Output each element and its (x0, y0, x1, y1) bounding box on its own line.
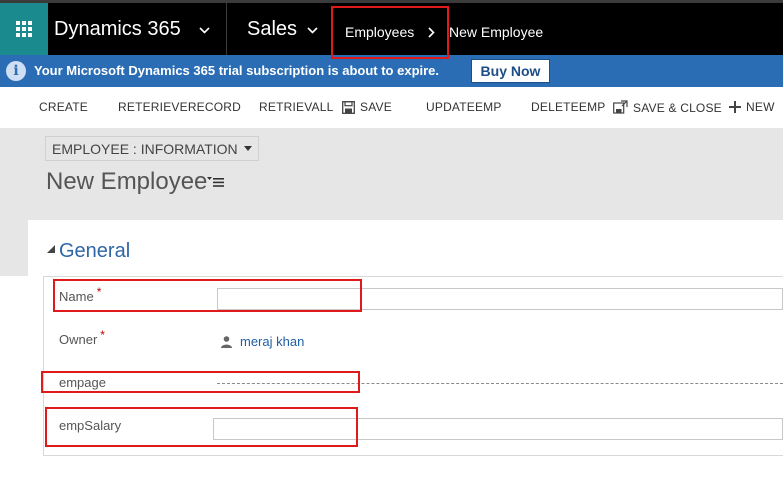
page-title: New Employee (46, 168, 208, 195)
triangle-icon[interactable] (47, 245, 55, 253)
owner-label: Owner * (59, 328, 105, 347)
nav-divider (226, 3, 227, 55)
trial-notification-bar: i Your Microsoft Dynamics 365 trial subs… (0, 55, 783, 87)
save-close-button[interactable]: SAVE & CLOSE (613, 100, 722, 115)
retrieve-all-button[interactable]: RETRIEVALL (259, 100, 333, 114)
required-marker: * (100, 328, 105, 342)
update-emp-label: UPDATEEMP (426, 100, 502, 114)
create-button[interactable]: CREATE (39, 100, 88, 114)
new-button[interactable]: NEW (729, 100, 775, 114)
owner-label-text: Owner (59, 332, 98, 347)
breadcrumb-record: New Employee (449, 24, 544, 40)
area-name[interactable]: Sales (247, 18, 297, 41)
retrieve-record-button[interactable]: RETERIEVERECORD (118, 100, 241, 114)
empsalary-label: empSalary (59, 418, 122, 433)
command-bar: CREATE RETERIEVERECORD RETRIEVALL SAVE U… (0, 87, 783, 128)
owner-lookup[interactable]: meraj khan (221, 334, 304, 349)
chevron-down-icon[interactable] (199, 27, 210, 34)
caret-down-icon (243, 146, 252, 151)
retrieve-all-label: RETRIEVALL (259, 100, 334, 114)
info-icon: i (6, 61, 26, 81)
top-nav-bar: Dynamics 365 Sales Employees New Employe… (0, 0, 783, 55)
waffle-icon (16, 21, 32, 37)
app-launcher-button[interactable] (0, 3, 48, 55)
retrieve-record-label: RETERIEVERECORD (118, 100, 242, 114)
save-icon (342, 100, 355, 114)
name-label: Name * (59, 285, 101, 304)
required-marker: * (96, 285, 102, 299)
save-button[interactable]: SAVE (342, 100, 392, 114)
save-close-icon (613, 100, 628, 114)
buy-now-button[interactable]: Buy Now (471, 59, 550, 83)
app-name[interactable]: Dynamics 365 (54, 18, 181, 41)
name-label-text: Name (59, 289, 94, 304)
empsalary-input[interactable] (213, 418, 783, 440)
chevron-down-icon[interactable] (307, 27, 318, 34)
owner-name[interactable]: meraj khan (240, 334, 304, 349)
chevron-right-icon[interactable] (428, 27, 435, 38)
plus-icon (729, 101, 741, 113)
empage-input[interactable] (217, 383, 783, 385)
list-menu-icon[interactable] (207, 177, 224, 187)
empage-label: empage (59, 375, 106, 390)
create-label: CREATE (39, 100, 88, 114)
form-selector-label: EMPLOYEE : INFORMATION (52, 140, 238, 157)
breadcrumb-entity[interactable]: Employees (345, 24, 414, 40)
section-title-general[interactable]: General (59, 240, 130, 263)
save-close-label: SAVE & CLOSE (633, 100, 722, 115)
delete-emp-label: DELETEEMP (531, 100, 606, 114)
form-selector[interactable]: EMPLOYEE : INFORMATION (45, 136, 259, 161)
save-label: SAVE (360, 100, 392, 114)
update-emp-button[interactable]: UPDATEEMP (426, 100, 502, 114)
person-icon (221, 335, 232, 348)
new-label: NEW (746, 100, 775, 114)
notification-message: Your Microsoft Dynamics 365 trial subscr… (34, 63, 440, 78)
delete-emp-button[interactable]: DELETEEMP (531, 100, 606, 114)
name-input[interactable] (217, 288, 783, 310)
